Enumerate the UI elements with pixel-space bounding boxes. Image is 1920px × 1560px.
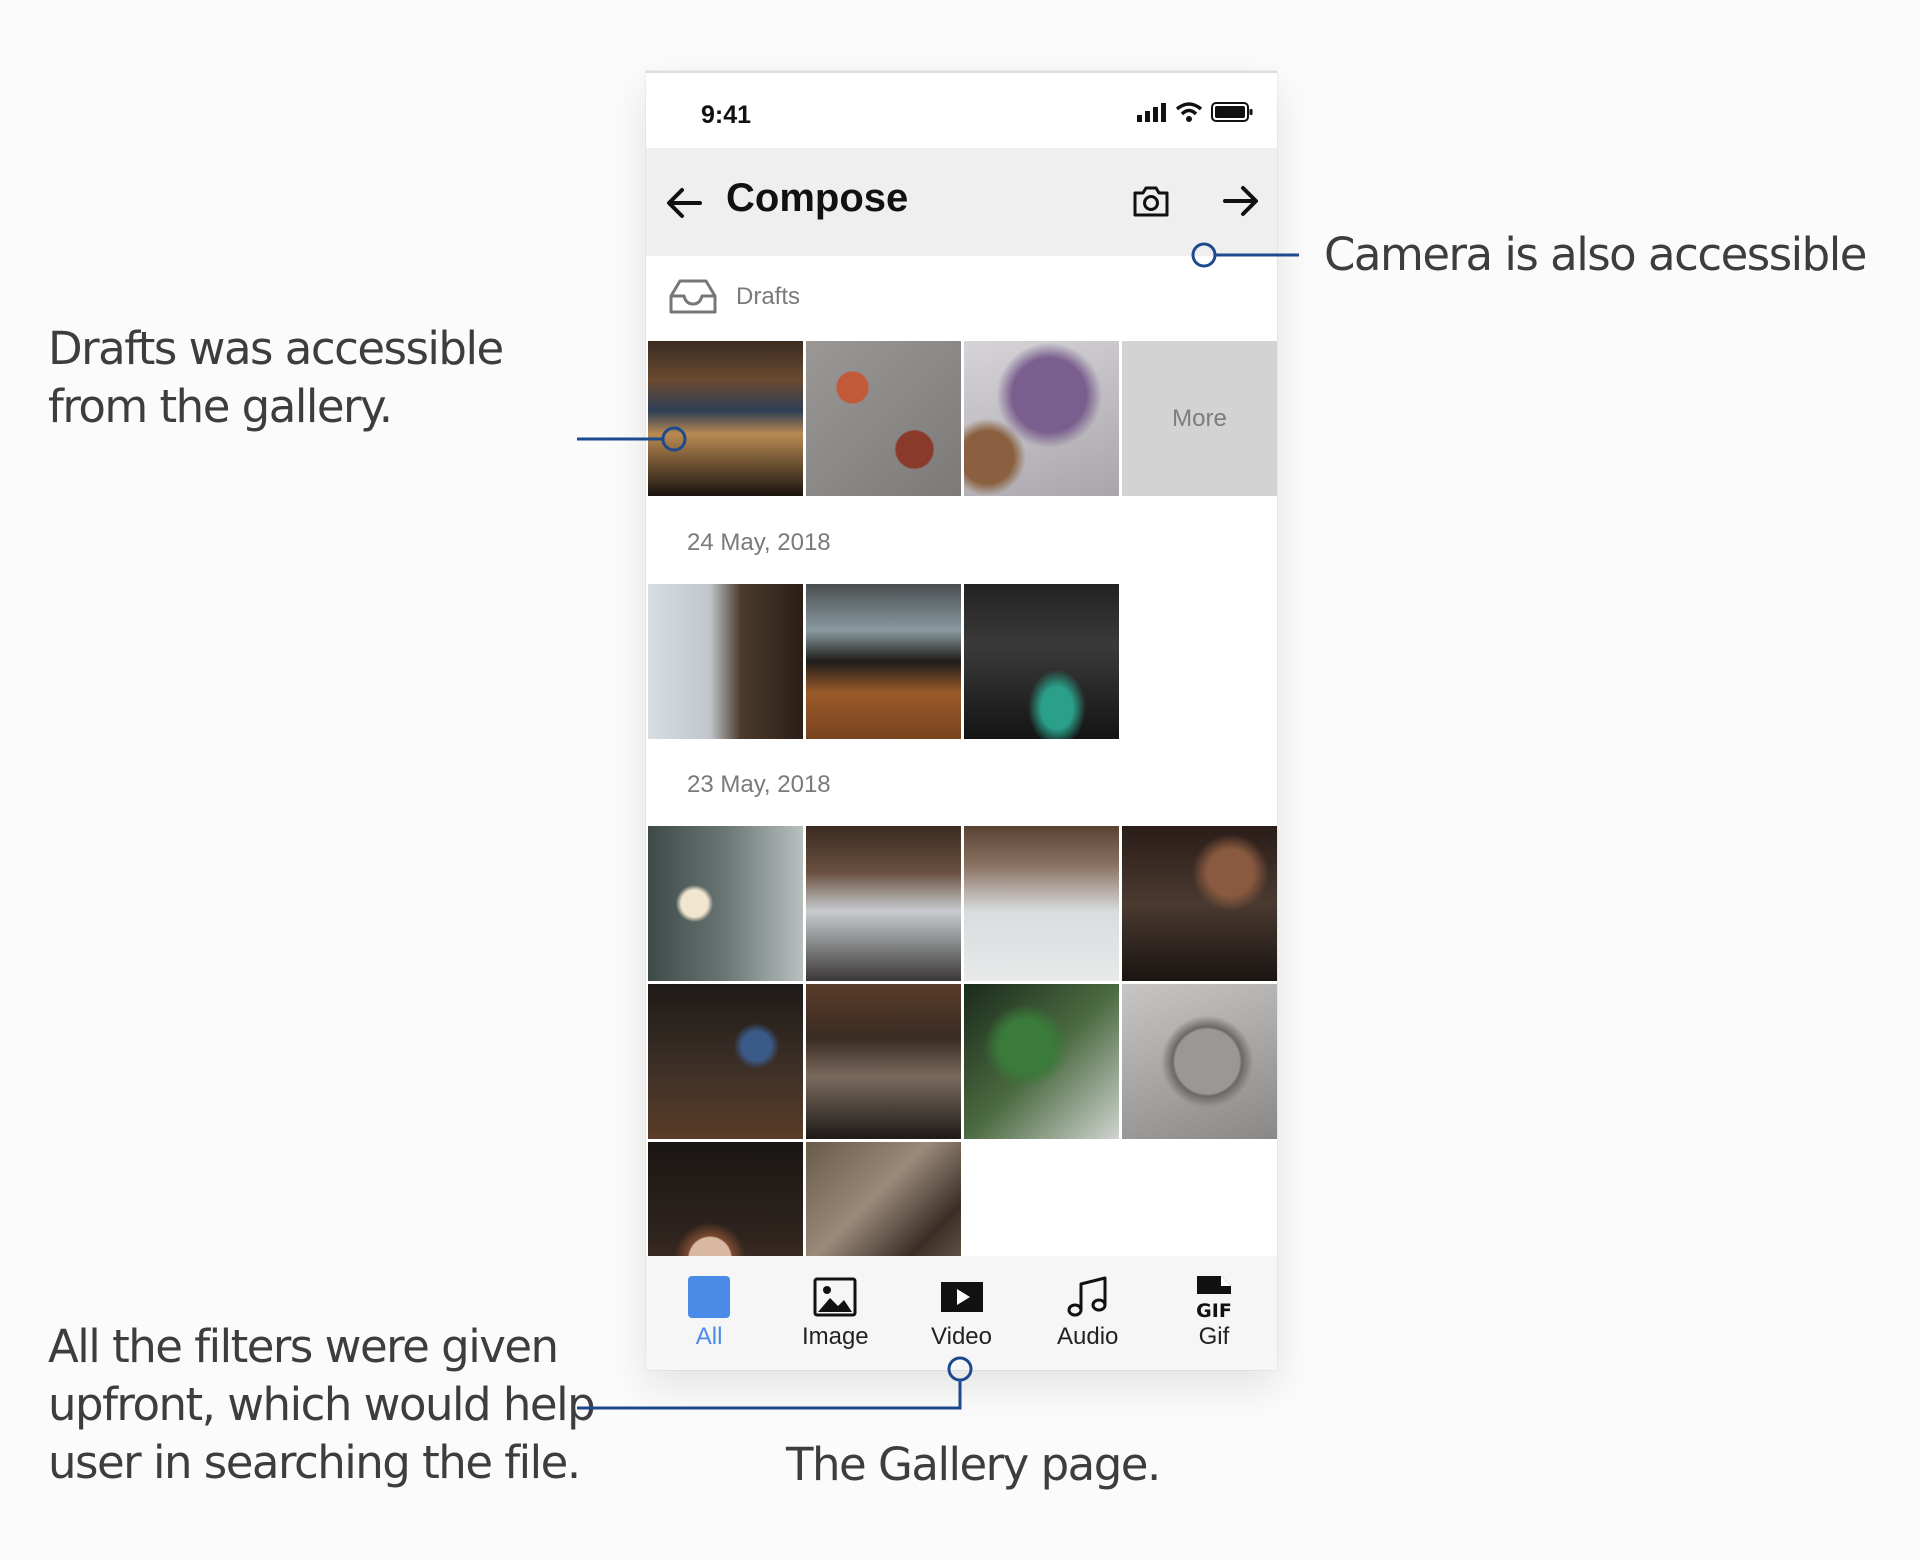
filter-label: Video [931, 1323, 992, 1350]
photo-thumbnail[interactable] [1122, 826, 1277, 981]
photo-thumbnail[interactable] [648, 341, 803, 496]
svg-text:GIF: GIF [1196, 1300, 1232, 1320]
arrow-right-icon[interactable] [1215, 176, 1265, 226]
audio-note-icon [1067, 1276, 1107, 1317]
section-date: 24 May, 2018 [687, 529, 831, 556]
filter-tab-image[interactable]: Image [772, 1256, 898, 1370]
filter-label: Image [801, 1323, 869, 1350]
photo-thumbnail[interactable] [806, 341, 961, 496]
status-bar: 9:41 [646, 73, 1277, 148]
filter-tab-video[interactable]: Video [898, 1256, 1024, 1370]
app-bar: Compose [646, 148, 1277, 256]
filter-tab-all[interactable]: All [646, 1256, 772, 1370]
filter-tab-gif[interactable]: GIF Gif [1151, 1256, 1277, 1370]
photo-thumbnail[interactable] [964, 584, 1119, 739]
filter-label: Gif [1198, 1323, 1230, 1350]
drafts-entry[interactable]: Drafts [646, 256, 1277, 341]
image-icon [813, 1277, 857, 1317]
filter-label: All [695, 1323, 723, 1350]
gallery-caption: The Gallery page. [786, 1438, 1161, 1491]
photo-grid-section-1 [648, 584, 1277, 739]
filter-tab-audio[interactable]: Audio [1025, 1256, 1151, 1370]
more-drafts-button[interactable]: More [1122, 341, 1277, 496]
photo-thumbnail[interactable] [806, 984, 961, 1139]
section-date: 23 May, 2018 [687, 771, 831, 798]
phone-screen: 9:41 Compose Drafts More 24 May, 2018 23… [646, 71, 1277, 1370]
all-square-icon [688, 1276, 731, 1318]
filters-annotation: All the filters were given upfront, whic… [48, 1320, 596, 1489]
gif-file-icon: GIF [1196, 1276, 1232, 1320]
wifi-icon [1175, 102, 1203, 122]
camera-annotation: Camera is also accessible [1324, 228, 1867, 281]
photo-thumbnail[interactable] [648, 826, 803, 981]
battery-icon [1211, 102, 1253, 122]
filter-label: Audio [1057, 1323, 1119, 1350]
photo-thumbnail[interactable] [1122, 984, 1277, 1139]
arrow-left-icon[interactable] [660, 178, 710, 228]
status-time: 9:41 [701, 101, 752, 129]
signal-icon [1137, 103, 1166, 122]
photo-grid-section-2 [648, 826, 1277, 1297]
photo-thumbnail[interactable] [806, 826, 961, 981]
camera-icon[interactable] [1129, 180, 1173, 224]
video-icon [940, 1282, 983, 1312]
photo-thumbnail[interactable] [806, 584, 961, 739]
drafts-label: Drafts [736, 283, 801, 310]
inbox-tray-icon [669, 279, 717, 314]
more-label: More [1172, 404, 1227, 432]
photo-thumbnail[interactable] [648, 984, 803, 1139]
photo-thumbnail[interactable] [648, 584, 803, 739]
system-icons [1137, 101, 1253, 123]
filter-tab-bar: All Image Video Audio GIF Gif [646, 1256, 1277, 1370]
page-title: Compose [726, 176, 909, 220]
photo-thumbnail[interactable] [964, 984, 1119, 1139]
photo-thumbnail[interactable] [964, 826, 1119, 981]
drafts-grid: More [648, 341, 1277, 496]
photo-thumbnail[interactable] [964, 341, 1119, 496]
drafts-annotation: Drafts was accessible from the gallery. [48, 322, 504, 433]
